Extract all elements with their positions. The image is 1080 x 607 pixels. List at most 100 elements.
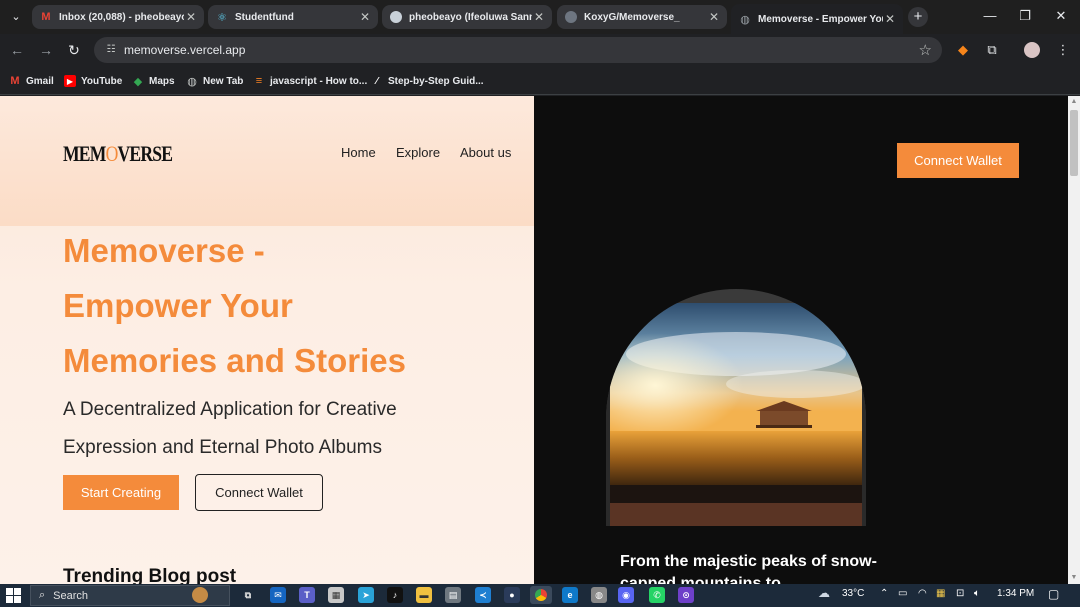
restore-icon[interactable]: ❐	[1010, 6, 1040, 26]
vscode-icon[interactable]: ≺	[475, 587, 491, 603]
edge-icon[interactable]: e	[562, 587, 578, 603]
close-icon[interactable]: ✕	[358, 10, 372, 24]
page-scrollbar[interactable]: ▲ ▼	[1068, 96, 1080, 584]
memoverse-logo[interactable]: MEMOVERSE	[63, 141, 173, 167]
task-view-icon[interactable]: ⧉	[240, 587, 256, 603]
reload-icon[interactable]: ↻	[64, 40, 84, 60]
bookmark-youtube[interactable]: ▶ YouTube	[64, 73, 122, 89]
chrome-profile-icon[interactable]: ◍	[591, 587, 607, 603]
close-window-icon[interactable]: ✕	[1046, 6, 1076, 26]
github-desktop-icon[interactable]: ⊙	[678, 587, 694, 603]
tab-title: KoxyG/Memoverse_	[584, 11, 680, 23]
wifi-icon[interactable]: ◠	[918, 588, 927, 599]
store-icon[interactable]: ▦	[328, 587, 344, 603]
bookmark-javascript[interactable]: ≡ javascript - How to...	[253, 73, 367, 89]
bookmark-star-icon[interactable]: ☆	[919, 41, 932, 59]
bookmark-new-tab[interactable]: ◍ New Tab	[186, 73, 243, 89]
tab-studentfund[interactable]: ⚛ Studentfund ✕	[208, 5, 378, 29]
temperature-text[interactable]: 33°C	[842, 588, 864, 599]
connect-wallet-button[interactable]: Connect Wallet	[897, 143, 1019, 178]
chrome-icon[interactable]	[530, 586, 552, 604]
teams-icon[interactable]: T	[299, 587, 315, 603]
bookmark-maps[interactable]: ◆ Maps	[132, 73, 175, 89]
logo-text-o: O	[105, 141, 119, 166]
weather-cloud-icon[interactable]: ☁	[818, 586, 830, 600]
profile-avatar[interactable]	[1024, 42, 1040, 58]
close-icon[interactable]: ✕	[883, 12, 897, 26]
app-icon[interactable]: ●	[504, 587, 520, 603]
notifications-icon[interactable]: ▢	[1048, 587, 1059, 601]
bookmark-gmail[interactable]: M Gmail	[9, 73, 53, 89]
windows-taskbar: ⌕ Search ⧉ ✉ T ▦ ➤ ♪ ▬ ▤ ≺ ● e ◍ ◉ ✆ ⊙ ☁…	[0, 584, 1080, 607]
connect-wallet-outline-button[interactable]: Connect Wallet	[195, 474, 323, 511]
url-text[interactable]: memoverse.vercel.app	[124, 43, 245, 57]
hero-heading-line-3: Memories and Stories	[63, 342, 406, 379]
metamask-extension-icon[interactable]: ◆	[954, 41, 972, 59]
hero-right-panel: Connect Wallet From the majestic peaks o…	[534, 96, 1068, 584]
image-caption: From the majestic peaks of snow-capped m…	[620, 553, 877, 584]
new-tab-plus-icon[interactable]: +	[908, 7, 928, 27]
nav-about-us[interactable]: About us	[460, 145, 511, 160]
discord-icon[interactable]: ◉	[618, 587, 634, 603]
close-icon[interactable]: ✕	[532, 10, 546, 24]
stackoverflow-icon: ≡	[255, 75, 263, 87]
telegram-icon[interactable]: ➤	[358, 587, 374, 603]
clock-time[interactable]: 1:34 PM	[997, 588, 1034, 599]
tiktok-icon[interactable]: ♪	[387, 587, 403, 603]
close-icon[interactable]: ✕	[184, 10, 198, 24]
bookmark-label: New Tab	[203, 75, 244, 87]
site-info-icon[interactable]: ☷	[104, 43, 118, 57]
logo-text-post: VERSE	[117, 141, 173, 166]
network-icon[interactable]: ⊡	[956, 588, 964, 599]
office-icon[interactable]: ▦	[936, 588, 945, 599]
whatsapp-icon[interactable]: ✆	[649, 587, 665, 603]
tab-title: Memoverse - Empower Your	[758, 13, 883, 25]
tab-memoverse[interactable]: ◍ Memoverse - Empower Your ✕	[731, 4, 903, 34]
globe-icon: ◍	[187, 75, 197, 88]
tray-chevron-icon[interactable]: ⌃	[880, 588, 888, 599]
search-icon: ⌕	[39, 589, 46, 601]
tab-github-repo[interactable]: KoxyG/Memoverse_ ✕	[557, 5, 727, 29]
bookmark-label: YouTube	[81, 75, 123, 87]
battery-icon[interactable]: ▭	[898, 588, 907, 599]
file-explorer-icon[interactable]: ▬	[416, 587, 432, 603]
globe-icon: ◍	[740, 13, 750, 26]
tab-search-chevron-icon[interactable]: ⌄	[6, 8, 26, 26]
bookmark-step-by-step[interactable]: ⁄ Step-by-Step Guid...	[371, 73, 484, 89]
bookmark-label: Step-by-Step Guid...	[388, 75, 484, 87]
close-icon[interactable]: ✕	[707, 10, 721, 24]
scroll-down-arrow-icon[interactable]: ▼	[1068, 572, 1080, 584]
sunset-farmhouse-image	[606, 289, 866, 526]
tab-title: pheobeayo (Ifeoluwa Sanni)	[409, 11, 532, 23]
forward-arrow-icon[interactable]: →	[36, 40, 56, 60]
nav-explore[interactable]: Explore	[396, 145, 440, 160]
address-bar[interactable]: ☷ memoverse.vercel.app ☆	[94, 37, 942, 63]
back-arrow-icon[interactable]: ←	[7, 40, 27, 60]
notion-icon: ⁄	[376, 75, 378, 87]
extensions-puzzle-icon[interactable]: ⧉	[983, 41, 1001, 59]
nav-home[interactable]: Home	[341, 145, 376, 160]
github-icon	[390, 11, 402, 23]
tab-title: Inbox (20,088) - pheobeayo	[59, 11, 184, 23]
bookmark-label: Maps	[149, 75, 175, 87]
kebab-menu-icon[interactable]: ⋮	[1054, 41, 1072, 59]
scroll-up-arrow-icon[interactable]: ▲	[1068, 96, 1080, 108]
trending-blog-heading: Trending Blog post	[63, 566, 237, 584]
calculator-icon[interactable]: ▤	[445, 587, 461, 603]
logo-text-pre: MEM	[63, 141, 106, 166]
mail-icon[interactable]: ✉	[270, 587, 286, 603]
scrollbar-thumb[interactable]	[1070, 110, 1078, 176]
search-highlight-icon[interactable]	[192, 587, 208, 603]
volume-icon[interactable]: 🔈︎	[974, 588, 980, 599]
windows-start-icon[interactable]	[6, 588, 21, 603]
start-creating-button[interactable]: Start Creating	[63, 475, 179, 510]
hero-left-panel: MEMOVERSE Home Explore About us Memovers…	[0, 96, 534, 584]
tab-gmail[interactable]: M Inbox (20,088) - pheobeayo ✕	[32, 5, 204, 29]
tab-title: Studentfund	[235, 11, 294, 23]
browser-toolbar: ← → ↻ ☷ memoverse.vercel.app ☆ ◆ ⧉ ⋮	[0, 34, 1080, 66]
bookmarks-bar: M Gmail ▶ YouTube ◆ Maps ◍ New Tab ≡ jav…	[0, 66, 1080, 95]
hero-heading-line-1: Memoverse -	[63, 232, 265, 269]
tab-github-profile[interactable]: pheobeayo (Ifeoluwa Sanni) ✕	[382, 5, 552, 29]
minimize-icon[interactable]: —	[975, 6, 1005, 26]
hero-subtitle-line-1: A Decentralized Application for Creative	[63, 399, 397, 420]
